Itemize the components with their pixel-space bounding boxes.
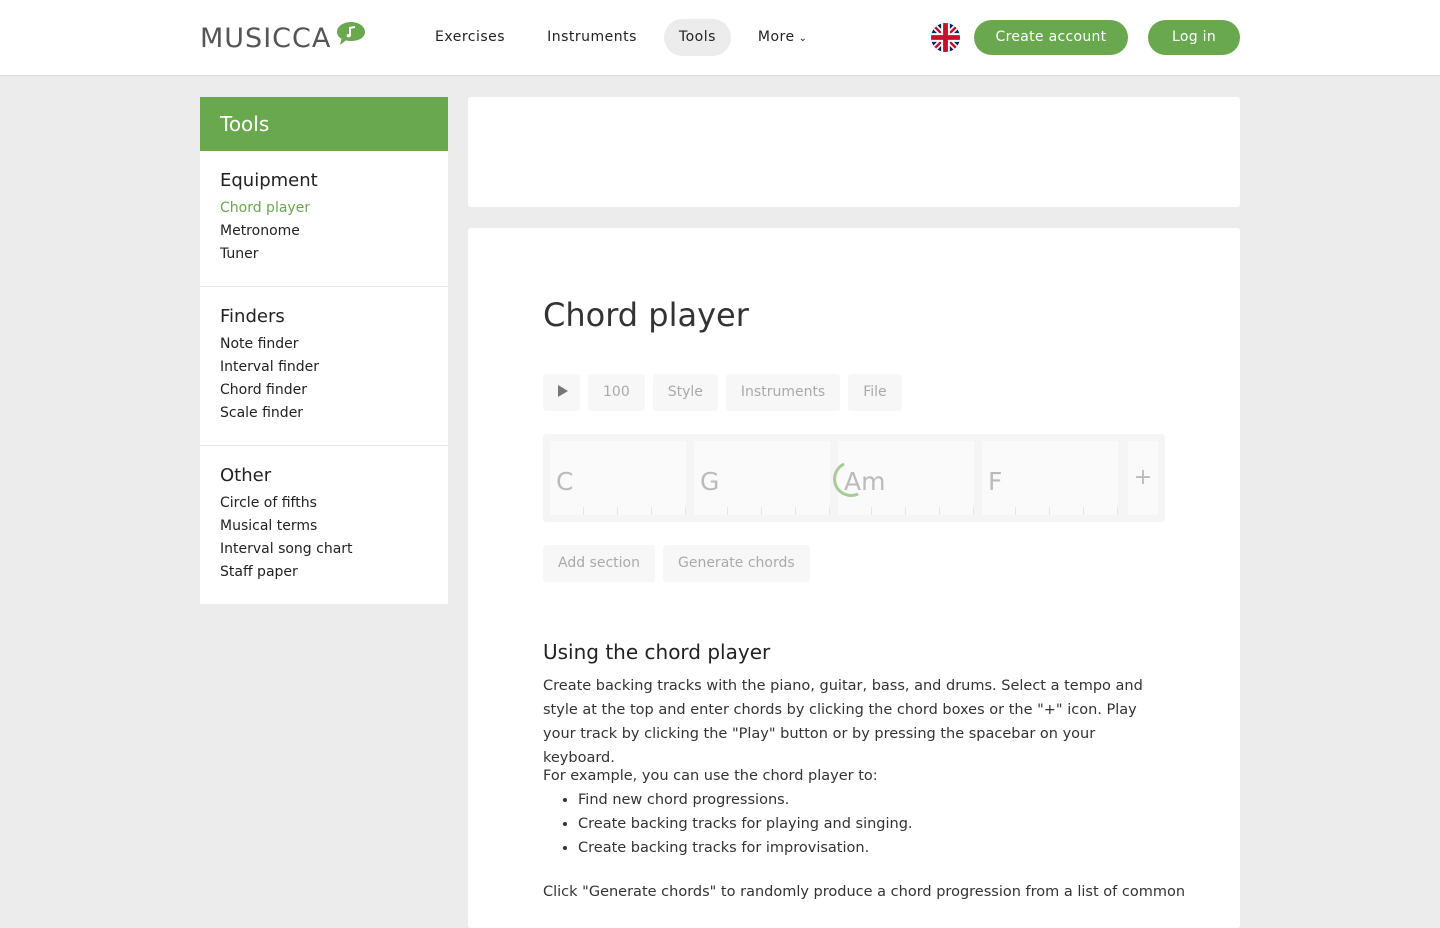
sidebar-item-interval-song-chart[interactable]: Interval song chart <box>220 538 428 561</box>
generate-paragraph: Click "Generate chords" to randomly prod… <box>543 884 1186 900</box>
sidebar-item-chord-finder[interactable]: Chord finder <box>220 379 428 402</box>
play-icon <box>558 385 568 397</box>
player-toolbar: 100 Style Instruments File <box>543 374 910 411</box>
chord-box-c[interactable]: C <box>550 441 686 515</box>
nav-instruments[interactable]: Instruments <box>532 19 652 56</box>
add-chord-button[interactable]: + <box>1128 441 1158 515</box>
sidebar-item-metronome[interactable]: Metronome <box>220 220 428 243</box>
sidebar-item-note-finder[interactable]: Note finder <box>220 333 428 356</box>
music-note-bubble-icon <box>337 22 366 45</box>
create-account-button[interactable]: Create account <box>974 20 1128 55</box>
tools-sidebar: Tools Equipment Chord player Metronome T… <box>200 97 448 604</box>
beat-ticks <box>550 507 686 515</box>
sidebar-item-scale-finder[interactable]: Scale finder <box>220 402 428 425</box>
chord-box-f[interactable]: F <box>982 441 1118 515</box>
nav-more[interactable]: More ⌄ <box>743 19 823 56</box>
description-paragraph: Create backing tracks with the piano, gu… <box>543 678 1143 766</box>
sidebar-heading: Other <box>220 465 272 486</box>
page-title: Chord player <box>543 296 749 334</box>
sidebar-item-staff-paper[interactable]: Staff paper <box>220 561 428 584</box>
ad-placeholder <box>468 97 1240 207</box>
chord-name: C <box>556 467 574 496</box>
chevron-down-icon: ⌄ <box>798 33 808 44</box>
list-item: Create backing tracks for playing and si… <box>578 812 913 836</box>
beat-ticks <box>838 507 974 515</box>
chord-name: F <box>988 467 1003 496</box>
list-item: Create backing tracks for improvisation. <box>578 836 913 860</box>
main-nav: Exercises Instruments Tools More ⌄ <box>420 19 835 56</box>
nav-exercises[interactable]: Exercises <box>420 19 520 56</box>
sidebar-item-interval-finder[interactable]: Interval finder <box>220 356 428 379</box>
section-heading: Using the chord player <box>543 640 771 664</box>
sidebar-heading: Finders <box>220 306 285 327</box>
sidebar-item-musical-terms[interactable]: Musical terms <box>220 515 428 538</box>
chord-box-g[interactable]: G <box>694 441 830 515</box>
sidebar-item-tuner[interactable]: Tuner <box>220 243 428 266</box>
sidebar-group-finders: Finders Note finder Interval finder Chor… <box>200 287 448 446</box>
chord-name: G <box>700 467 720 496</box>
sidebar-heading: Equipment <box>220 170 318 191</box>
sidebar-item-circle-of-fifths[interactable]: Circle of fifths <box>220 492 428 515</box>
chord-actions: Add section Generate chords <box>543 545 818 582</box>
log-in-button[interactable]: Log in <box>1148 20 1240 55</box>
file-button[interactable]: File <box>848 374 902 411</box>
sidebar-title: Tools <box>200 97 448 151</box>
add-section-button[interactable]: Add section <box>543 545 655 582</box>
uk-flag-icon[interactable] <box>931 23 960 52</box>
instruments-button[interactable]: Instruments <box>725 374 841 411</box>
example-intro: For example, you can use the chord playe… <box>543 768 878 784</box>
play-button[interactable] <box>543 374 580 411</box>
sidebar-group-other: Other Circle of fifths Musical terms Int… <box>200 446 448 604</box>
style-button[interactable]: Style <box>652 374 718 411</box>
nav-more-label: More <box>757 29 795 45</box>
beat-ticks <box>694 507 830 515</box>
example-list: Find new chord progressions. Create back… <box>543 788 913 860</box>
tempo-input[interactable]: 100 <box>588 374 645 411</box>
generate-chords-button[interactable]: Generate chords <box>662 545 810 582</box>
list-item: Find new chord progressions. <box>578 788 913 812</box>
sidebar-item-chord-player[interactable]: Chord player <box>220 197 428 220</box>
top-header: MUSICCA Exercises Instruments Tools More… <box>0 0 1440 76</box>
sidebar-group-equipment: Equipment Chord player Metronome Tuner <box>200 151 448 287</box>
logo-text: MUSICCA <box>200 23 332 54</box>
beat-ticks <box>982 507 1118 515</box>
nav-tools[interactable]: Tools <box>663 19 731 56</box>
main-panel: Chord player 100 Style Instruments File … <box>468 228 1240 928</box>
musicca-logo[interactable]: MUSICCA <box>200 22 367 56</box>
